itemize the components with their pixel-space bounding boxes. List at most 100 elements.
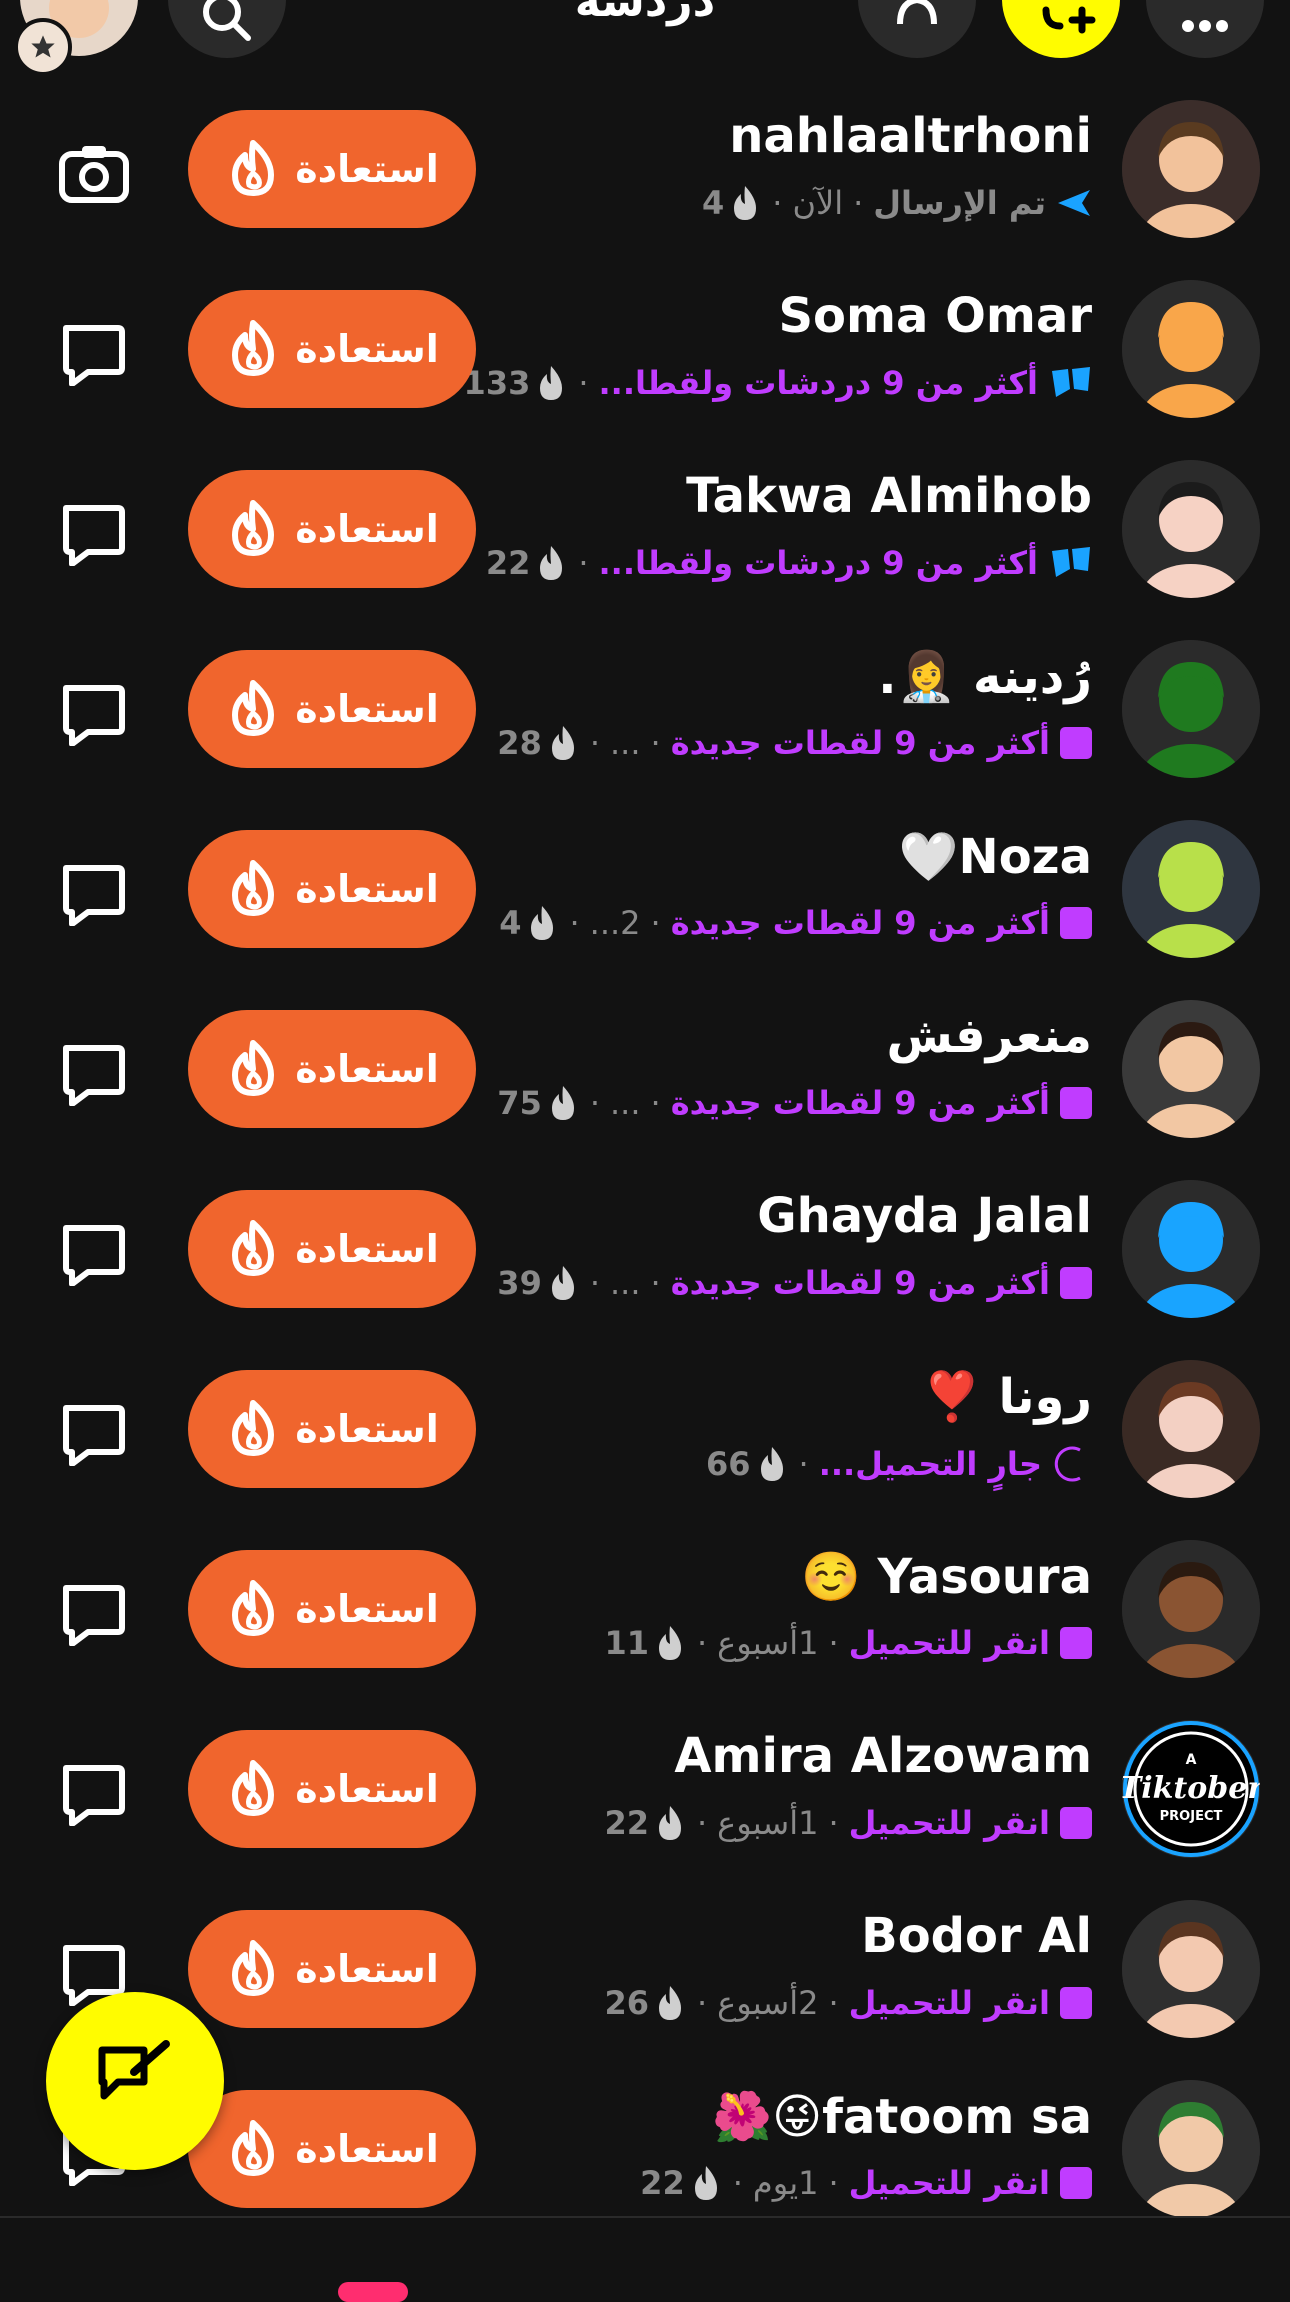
chat-time: 1أسبوع xyxy=(717,1804,819,1842)
chat-icon[interactable] xyxy=(58,502,130,566)
chat-row[interactable]: رونا ❣️ جارٍ التحميل... · 66 استعادة xyxy=(0,1340,1290,1520)
restore-streak-button[interactable]: استعادة xyxy=(188,1370,476,1488)
nav-indicator xyxy=(338,2282,408,2302)
restore-streak-button[interactable]: استعادة xyxy=(188,1730,476,1848)
chat-row[interactable]: Soma Omar أكثر من 9 دردشات ولقطا... · 13… xyxy=(0,260,1290,440)
chat-status-line: جارٍ التحميل... · 66 xyxy=(706,1444,1092,1484)
fire-icon xyxy=(232,1940,275,1996)
chat-avatar[interactable] xyxy=(1122,820,1260,958)
chat-row[interactable]: رُدينه 👩‍⚕️. أكثر من 9 لقطات جديدة ·... … xyxy=(0,620,1290,800)
chat-row[interactable]: Ghayda Jalal أكثر من 9 لقطات جديدة ·... … xyxy=(0,1160,1290,1340)
streak-flame-icon xyxy=(734,186,757,220)
chat-status: أكثر من 9 لقطات جديدة xyxy=(670,724,1050,762)
restore-streak-button[interactable]: استعادة xyxy=(188,1010,476,1128)
chat-icon[interactable] xyxy=(58,1222,130,1286)
chat-bubble-icon xyxy=(1052,367,1090,397)
chat-status: انقر للتحميل xyxy=(848,1984,1050,2022)
chat-row[interactable]: Yasoura ☺️ انقر للتحميل · 1أسبوع · 11 است… xyxy=(0,1520,1290,1700)
chat-avatar[interactable] xyxy=(1122,1180,1260,1318)
streak-flame-icon xyxy=(540,546,563,580)
bell-icon xyxy=(897,0,937,25)
fire-icon xyxy=(232,1400,275,1456)
restore-label: استعادة xyxy=(295,1587,439,1631)
chat-row[interactable]: Takwa Almihob أكثر من 9 دردشات ولقطا... … xyxy=(0,440,1290,620)
streak-number: 66 xyxy=(706,1445,751,1483)
chat-icon[interactable] xyxy=(58,1402,130,1466)
chat-status: تم الإرسال xyxy=(873,184,1046,222)
restore-streak-button[interactable]: استعادة xyxy=(188,1910,476,2028)
chat-avatar[interactable]: A Tiktober PROJECT xyxy=(1122,1720,1260,1858)
chat-icon[interactable] xyxy=(58,322,130,386)
streak-count: 22 xyxy=(604,1804,687,1842)
chat-name: fatoom sa😜🌺 xyxy=(712,2089,1092,2145)
add-friend-button[interactable] xyxy=(1002,0,1120,58)
chat-row[interactable]: Noza🤍 أكثر من 9 لقطات جديدة · 2... · 4 اس… xyxy=(0,800,1290,980)
chat-bubble-icon xyxy=(1052,547,1090,577)
chat-avatar[interactable] xyxy=(1122,1360,1260,1498)
chat-status: أكثر من 9 لقطات جديدة xyxy=(670,904,1050,942)
chat-icon[interactable] xyxy=(58,1582,130,1646)
restore-streak-button[interactable]: استعادة xyxy=(188,1190,476,1308)
restore-streak-button[interactable]: استعادة xyxy=(188,2090,476,2208)
chat-status: انقر للتحميل xyxy=(848,2164,1050,2202)
streak-flame-icon xyxy=(551,1086,574,1120)
chat-avatar[interactable] xyxy=(1122,2080,1260,2218)
camera-icon[interactable] xyxy=(58,142,130,206)
fire-icon xyxy=(232,2120,275,2176)
restore-label: استعادة xyxy=(295,327,439,371)
notifications-button[interactable] xyxy=(858,0,976,58)
chat-icon[interactable] xyxy=(58,1762,130,1826)
restore-streak-button[interactable]: استعادة xyxy=(188,110,476,228)
streak-number: 22 xyxy=(485,544,531,582)
chat-avatar[interactable] xyxy=(1122,640,1260,778)
more-button[interactable] xyxy=(1146,0,1264,58)
restore-label: استعادة xyxy=(295,1047,439,1091)
chat-avatar[interactable] xyxy=(1122,1900,1260,2038)
streak-flame-icon xyxy=(531,906,554,940)
streak-number: 4 xyxy=(499,904,522,942)
streak-number: 22 xyxy=(604,1804,649,1842)
chat-row[interactable]: A Tiktober PROJECT Amira Alzowam انقر لل… xyxy=(0,1700,1290,1880)
chat-avatar[interactable] xyxy=(1122,1540,1260,1678)
streak-count: 26 xyxy=(604,1984,687,2022)
chat-avatar[interactable] xyxy=(1122,1000,1260,1138)
chat-row[interactable]: منعرفش أكثر من 9 لقطات جديدة ·... · 75 ا… xyxy=(0,980,1290,1160)
avatar-logo-bottom: PROJECT xyxy=(1160,1809,1223,1824)
restore-label: استعادة xyxy=(295,1227,439,1271)
restore-label: استعادة xyxy=(295,1407,439,1451)
chat-status-line: تم الإرسال · الآن · 4 xyxy=(702,184,1092,222)
streak-number: 26 xyxy=(604,1984,649,2022)
chat-time: الآن xyxy=(792,184,844,222)
fire-icon xyxy=(232,140,275,196)
streak-count: 66 xyxy=(706,1445,789,1483)
fire-icon xyxy=(232,1040,275,1096)
more-icon xyxy=(1182,20,1228,32)
fire-icon xyxy=(232,860,275,916)
restore-streak-button[interactable]: استعادة xyxy=(188,470,476,588)
streak-flame-icon xyxy=(760,1447,783,1481)
chat-name: منعرفش xyxy=(886,1008,1092,1064)
streak-count: 4 xyxy=(702,184,762,222)
restore-streak-button[interactable]: استعادة xyxy=(188,650,476,768)
sent-arrow-icon xyxy=(1058,190,1090,216)
chat-avatar[interactable] xyxy=(1122,460,1260,598)
snap-square-icon xyxy=(1060,1087,1092,1119)
restore-streak-button[interactable]: استعادة xyxy=(188,1550,476,1668)
restore-label: استعادة xyxy=(295,1767,439,1811)
new-chat-button[interactable] xyxy=(46,1992,224,2170)
chat-status: جارٍ التحميل... xyxy=(818,1445,1042,1483)
chat-icon[interactable] xyxy=(58,682,130,746)
chat-icon[interactable] xyxy=(58,862,130,926)
chat-avatar[interactable] xyxy=(1122,280,1260,418)
chat-row[interactable]: nahlaaltrhoni تم الإرسال · الآن · 4 استعا… xyxy=(0,80,1290,260)
streak-flame-icon xyxy=(551,726,574,760)
restore-streak-button[interactable]: استعادة xyxy=(188,290,476,408)
avatar-logo-top: A xyxy=(1186,1752,1197,1768)
chat-icon[interactable] xyxy=(58,1042,130,1106)
chat-name: Soma Omar xyxy=(778,288,1092,344)
avatar-logo-text: Tiktober xyxy=(1122,1771,1260,1806)
streak-number: 11 xyxy=(604,1624,649,1662)
compose-chat-icon xyxy=(98,2040,170,2100)
chat-avatar[interactable] xyxy=(1122,100,1260,238)
restore-streak-button[interactable]: استعادة xyxy=(188,830,476,948)
